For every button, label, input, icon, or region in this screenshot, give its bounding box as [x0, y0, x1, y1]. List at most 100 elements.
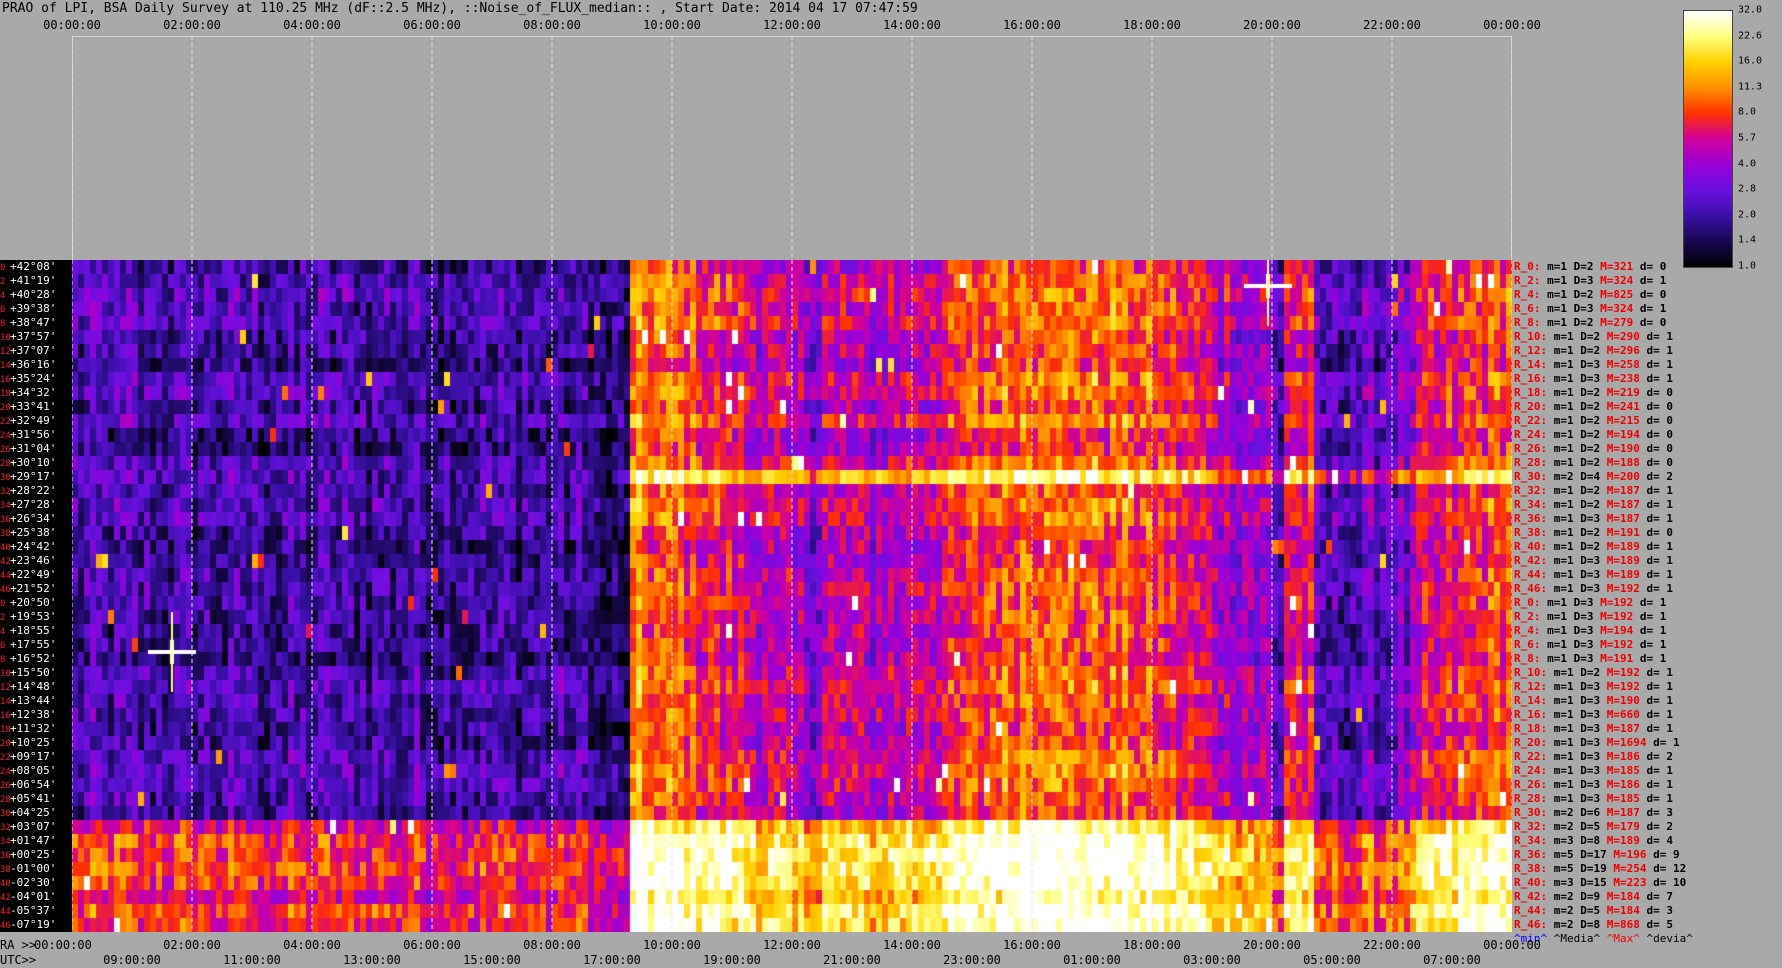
- row-stat: R_2: m=1 D=3 M=324 d= 1: [1514, 274, 1667, 287]
- top-tick-label: 18:00:00: [1123, 18, 1181, 32]
- declination-label: 30+29°17': [0, 470, 57, 483]
- declination-label: 2 +19°53': [0, 610, 57, 623]
- declination-label: 32+03°07': [0, 820, 57, 833]
- row-stat: R_0: m=1 D=3 M=192 d= 1: [1514, 596, 1667, 609]
- ra-tick-label: 14:00:00: [883, 938, 941, 952]
- declination-label: 36+26°34': [0, 512, 57, 525]
- ra-prefix: RA >>: [0, 938, 37, 952]
- utc-tick-label: 23:00:00: [943, 953, 1001, 967]
- row-stat: R_36: m=1 D=3 M=187 d= 1: [1514, 512, 1673, 525]
- row-stat: R_2: m=1 D=3 M=192 d= 1: [1514, 610, 1667, 623]
- time-gridlines: [72, 36, 1512, 932]
- row-stat: R_32: m=2 D=5 M=179 d= 2: [1514, 820, 1673, 833]
- declination-label: 20+10°25': [0, 736, 57, 749]
- top-tick-label: 22:00:00: [1363, 18, 1421, 32]
- row-stat: R_12: m=1 D=2 M=296 d= 1: [1514, 344, 1673, 357]
- ra-tick-label: 16:00:00: [1003, 938, 1061, 952]
- utc-tick-label: 19:00:00: [703, 953, 761, 967]
- colorbar-tick: 2.8: [1738, 183, 1757, 195]
- row-stat: R_36: m=5 D=17 M=196 d= 9: [1514, 848, 1680, 861]
- top-tick-label: 04:00:00: [283, 18, 341, 32]
- row-stat: R_8: m=1 D=3 M=191 d= 1: [1514, 652, 1667, 665]
- top-tick-label: 02:00:00: [163, 18, 221, 32]
- top-tick-label: 08:00:00: [523, 18, 581, 32]
- declination-label: 0 +20°50': [0, 596, 57, 609]
- declination-label: 42+23°46': [0, 554, 57, 567]
- declination-label: 4 +18°55': [0, 624, 57, 637]
- declination-label: 38+25°38': [0, 526, 57, 539]
- utc-tick-label: 17:00:00: [583, 953, 641, 967]
- row-stat: R_6: m=1 D=3 M=192 d= 1: [1514, 638, 1667, 651]
- ra-tick-label: 02:00:00: [163, 938, 221, 952]
- row-stat: R_30: m=2 D=4 M=200 d= 2: [1514, 470, 1673, 483]
- declination-label: 42-04°01': [0, 890, 57, 903]
- ra-tick-label: 18:00:00: [1123, 938, 1181, 952]
- declination-label: 40-02°30': [0, 876, 57, 889]
- declination-label: 34+01°47': [0, 834, 57, 847]
- row-stat: R_0: m=1 D=2 M=321 d= 0: [1514, 260, 1667, 273]
- declination-label: 12+37°07': [0, 344, 57, 357]
- declination-label: 18+11°32': [0, 722, 57, 735]
- row-stat: R_22: m=1 D=3 M=186 d= 2: [1514, 750, 1673, 763]
- declination-label: 2 +41°19': [0, 274, 57, 287]
- ra-tick-label: 10:00:00: [643, 938, 701, 952]
- declination-label: 16+12°38': [0, 708, 57, 721]
- row-stat: R_10: m=1 D=2 M=290 d= 1: [1514, 330, 1673, 343]
- colorbar-tick: 22.6: [1738, 30, 1763, 42]
- row-stat: R_42: m=1 D=3 M=189 d= 1: [1514, 554, 1673, 567]
- declination-label: 46+21°52': [0, 582, 57, 595]
- ra-tick-label: 12:00:00: [763, 938, 821, 952]
- colorbar-tick: 8.0: [1738, 106, 1757, 118]
- declination-axis: 0 +42°08' 2 +41°19' 4 +40°28' 6 +39°38' 8 +38°47'…: [0, 260, 72, 932]
- colorbar-tick: 4.0: [1738, 158, 1757, 170]
- declination-label: 36+00°25': [0, 848, 57, 861]
- ra-tick-label: 08:00:00: [523, 938, 581, 952]
- colorbar-tick: 2.0: [1738, 209, 1757, 221]
- top-tick-label: 12:00:00: [763, 18, 821, 32]
- colorbar-tick: 16.0: [1738, 55, 1763, 67]
- row-stat: R_4: m=1 D=2 M=825 d= 0: [1514, 288, 1667, 301]
- row-stat: R_44: m=2 D=5 M=184 d= 3: [1514, 904, 1673, 917]
- row-stat: R_8: m=1 D=2 M=279 d= 0: [1514, 316, 1667, 329]
- declination-label: 18+34°32': [0, 386, 57, 399]
- declination-label: 8 +38°47': [0, 316, 57, 329]
- row-stat: R_28: m=1 D=3 M=185 d= 1: [1514, 792, 1673, 805]
- legend-devia: ^devia^: [1646, 932, 1693, 945]
- legend-median: ^Media^: [1553, 932, 1601, 945]
- declination-label: 16+35°24': [0, 372, 57, 385]
- ra-tick-label: 04:00:00: [283, 938, 341, 952]
- declination-label: 38-01°00': [0, 862, 57, 875]
- ra-tick-label: 20:00:00: [1243, 938, 1301, 952]
- declination-label: 12+14°48': [0, 680, 57, 693]
- row-stat: R_14: m=1 D=3 M=258 d= 1: [1514, 358, 1673, 371]
- row-stat: R_18: m=1 D=3 M=187 d= 1: [1514, 722, 1673, 735]
- row-stat: R_20: m=1 D=2 M=241 d= 0: [1514, 400, 1673, 413]
- row-stat: R_40: m=3 D=15 M=223 d= 10: [1514, 876, 1687, 889]
- row-stat: R_20: m=1 D=3 M=1694 d= 1: [1514, 736, 1680, 749]
- legend-max: ^Max^: [1606, 932, 1640, 945]
- row-stat: R_34: m=3 D=8 M=189 d= 4: [1514, 834, 1673, 847]
- declination-label: 26+06°54': [0, 778, 57, 791]
- colorbar-tick: 1.0: [1738, 260, 1757, 272]
- top-tick-label: 00:00:00: [43, 18, 101, 32]
- row-stat: R_28: m=1 D=2 M=188 d= 0: [1514, 456, 1673, 469]
- utc-tick-label: 09:00:00: [103, 953, 161, 967]
- declination-label: 22+32°49': [0, 414, 57, 427]
- ra-tick-label: 22:00:00: [1363, 938, 1421, 952]
- top-tick-label: 10:00:00: [643, 18, 701, 32]
- declination-label: 10+37°57': [0, 330, 57, 343]
- declination-label: 22+09°17': [0, 750, 57, 763]
- row-stat: R_10: m=1 D=2 M=192 d= 1: [1514, 666, 1673, 679]
- utc-tick-label: 03:00:00: [1183, 953, 1241, 967]
- declination-label: 24+08°05': [0, 764, 57, 777]
- utc-tick-label: 21:00:00: [823, 953, 881, 967]
- declination-label: 20+33°41': [0, 400, 57, 413]
- declination-label: 24+31°56': [0, 428, 57, 441]
- declination-label: 14+13°44': [0, 694, 57, 707]
- ra-tick-label: 00:00:00: [34, 938, 92, 952]
- colorbar-tick: 32.0: [1738, 4, 1763, 16]
- declination-label: 32+28°22': [0, 484, 57, 497]
- utc-tick-label: 05:00:00: [1303, 953, 1361, 967]
- row-stat: R_46: m=2 D=8 M=868 d= 5: [1514, 918, 1673, 931]
- top-tick-label: 06:00:00: [403, 18, 461, 32]
